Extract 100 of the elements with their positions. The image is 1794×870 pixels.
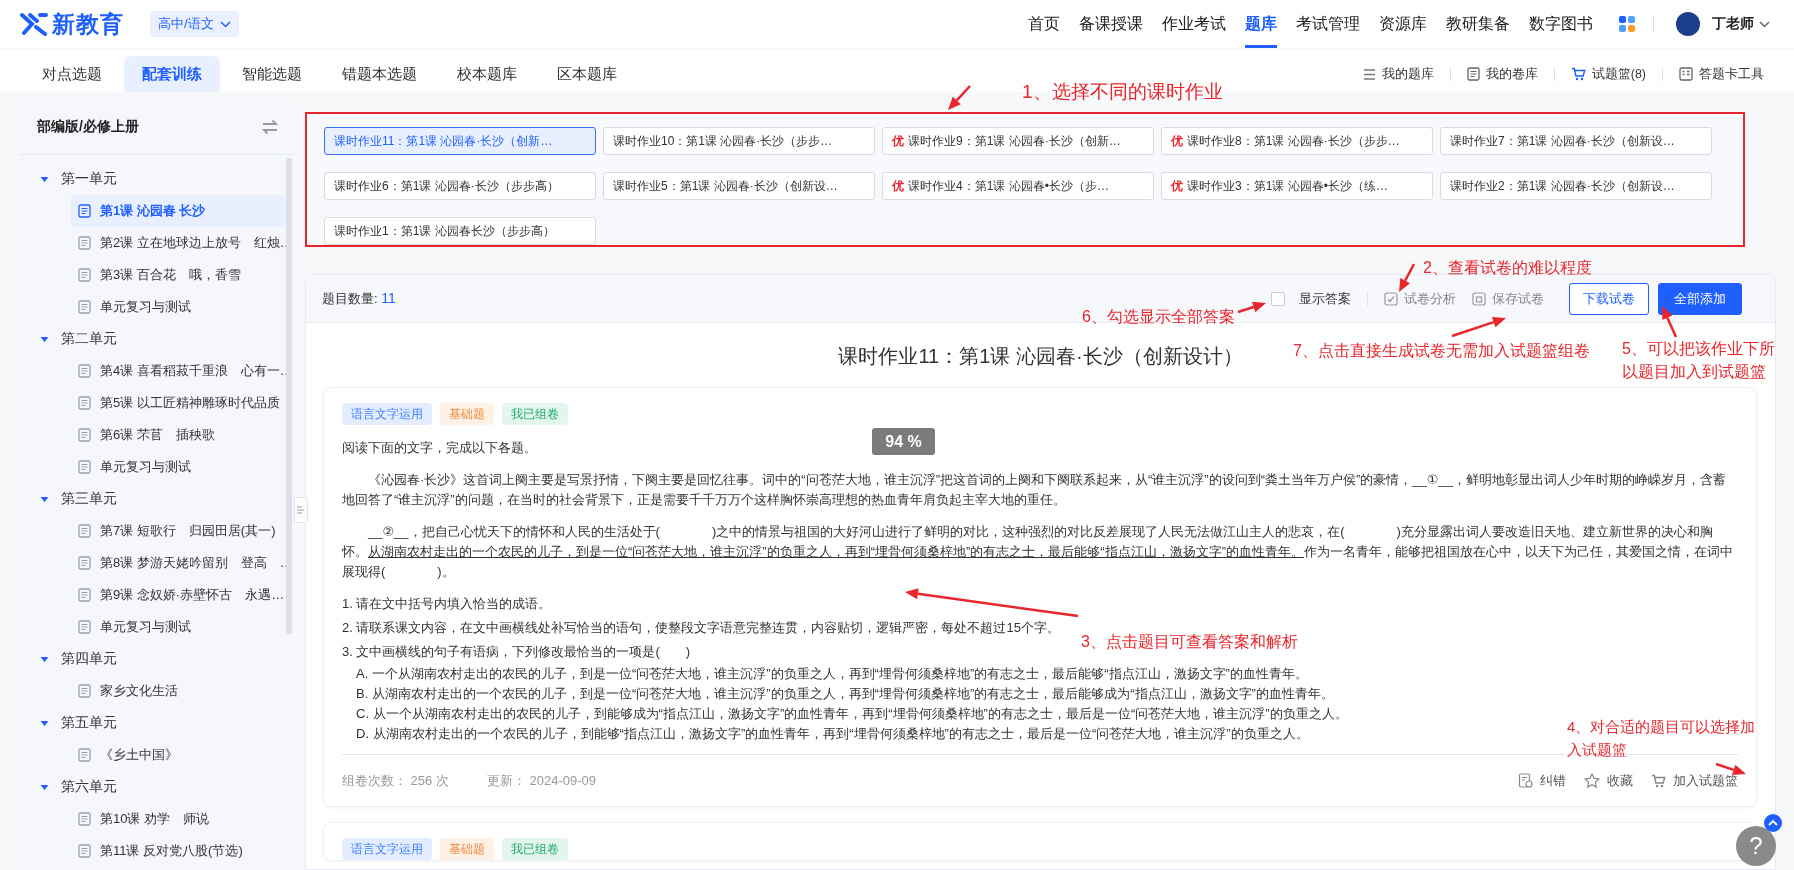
lesson-item[interactable]: 第11课 反对党八股(节选) — [71, 835, 285, 867]
list-icon — [1362, 67, 1376, 81]
lesson-item[interactable]: 单元复习与测试 — [71, 611, 285, 643]
assignment-tab[interactable]: 课时作业5：第1课 沁园春·长沙（创新设… — [603, 172, 875, 200]
chevron-down-icon — [1759, 20, 1770, 28]
question-tag: 基础题 — [440, 403, 494, 425]
lesson-item[interactable]: 《乡土中国》 — [71, 739, 285, 771]
lesson-item[interactable]: 第1课 沁园春 长沙 — [71, 195, 285, 227]
analysis-icon — [1384, 291, 1398, 306]
document-icon — [78, 748, 91, 762]
assignment-tab[interactable]: 课时作业2：第1课 沁园春·长沙（创新设… — [1440, 172, 1712, 200]
document-icon — [78, 556, 91, 570]
app-grid-icon[interactable] — [1619, 16, 1635, 32]
lesson-item[interactable]: 第5课 以工匠精神雕琢时代品质 — [71, 387, 285, 419]
toolbar-action[interactable]: 保存试卷 — [1472, 289, 1544, 308]
assignment-tab[interactable]: 课时作业1：第1课 沁园春长沙（步步高） — [324, 217, 596, 245]
assignment-tab[interactable]: 优 课时作业4：第1课 沁园春•长沙（步… — [882, 172, 1154, 200]
download-button[interactable]: 下载试卷 — [1569, 282, 1649, 315]
cart-icon — [1570, 67, 1586, 81]
sidebar-toggle[interactable] — [294, 497, 308, 523]
assignment-tab[interactable]: 课时作业6：第1课 沁园春·长沙（步步高） — [324, 172, 596, 200]
answer-card-icon — [1679, 67, 1693, 81]
nav-link[interactable]: 考试管理 — [1296, 0, 1360, 48]
document-icon — [78, 588, 91, 602]
avatar[interactable] — [1676, 12, 1700, 36]
assignment-tab[interactable]: 优 课时作业9：第1课 沁园春·长沙（创新… — [882, 127, 1154, 155]
assignment-tab[interactable]: 优 课时作业3：第1课 沁园春•长沙（练… — [1161, 172, 1433, 200]
scrollbar[interactable] — [286, 158, 292, 634]
tab[interactable]: 错题本选题 — [324, 56, 435, 92]
unit-item[interactable]: 第三单元 — [20, 483, 295, 515]
nav-link[interactable]: 数字图书 — [1529, 0, 1593, 48]
chevron-down-icon — [219, 20, 231, 28]
annotation-note: 1、选择不同的课时作业 — [1022, 80, 1223, 103]
nav-link[interactable]: 首页 — [1028, 0, 1060, 48]
lesson-item[interactable]: 家乡文化生活 — [71, 675, 285, 707]
lesson-item[interactable]: 第9课 念奴娇·赤壁怀古 永遇… — [71, 579, 285, 611]
question-stat: 更新： 2024-09-09 — [486, 771, 597, 790]
checkbox[interactable] — [1271, 291, 1285, 306]
lesson-item[interactable]: 第4课 喜看稻菽千重浪 心有一… — [71, 355, 285, 387]
answer-option[interactable]: C. 从一个从湖南农村走出的农民的儿子，到能够成为“指点江山，激扬文字”的血性青年，再到“埋骨何须桑梓地”的有志之士，最后是一位“问苍茫大地，谁主沉浮”的负重之人。 — [356, 704, 1348, 724]
assignment-tab[interactable]: 优 课时作业8：第1课 沁园春·长沙（步步… — [1161, 127, 1433, 155]
tab[interactable]: 配套训练 — [124, 56, 220, 92]
tab[interactable]: 校本题库 — [439, 56, 535, 92]
add-all-button[interactable]: 全部添加 — [1658, 282, 1742, 315]
subquestion-text: 2. 请联系课文内容，在文中画横线处补写恰当的语句，使整段文字语意完整连贯，内容贴切，逻辑严密，每处不超过15个字。 — [342, 619, 1060, 637]
tab[interactable]: 区本题库 — [539, 56, 635, 92]
nav-link[interactable]: 备课授课 — [1079, 0, 1143, 48]
unit-item[interactable]: 第一单元 — [20, 163, 295, 195]
lesson-item[interactable]: 第6课 芣苢 插秧歌 — [71, 419, 285, 451]
nav-link[interactable]: 作业考试 — [1162, 0, 1226, 48]
question-action[interactable]: 收藏 — [1584, 771, 1633, 790]
toolbar-link[interactable]: 试题篮(8) — [1570, 65, 1646, 83]
question-action[interactable]: 纠错 — [1518, 771, 1566, 790]
toolbar-link[interactable]: 我的题库 — [1362, 65, 1434, 83]
passage-paragraph: 《沁园春·长沙》这首词上阕主要是写景抒情，下阕主要是回忆往事。词中的“问苍茫大地，谁主沉浮”把这首词的上阕和下阕联系起来，从“谁主沉浮”的设问到“粪土当年万户侯”的豪情，__①__，鲜明地彰显出词人少年时期的峥嵘岁月，含蓄地回答了“谁主沉浮”的问题，在当时的社会背景下，正是需要千千万万个这样胸怀崇高理想的热血青年肩负起主宰大地的重任。 — [342, 471, 1727, 509]
zoom-badge: 94 % — [872, 428, 935, 455]
document-icon — [78, 300, 91, 314]
answer-option[interactable]: D. 从湖南农村走出的一个农民的儿子，到能够“指点江山，激扬文字”的血性青年，再到“埋骨何须桑梓地”的有志之士，最后是一位“问苍茫大地，谁主沉浮”的负重之人。 — [356, 724, 1309, 744]
answer-option[interactable]: B. 从湖南农村走出的一个农民的儿子，到是一位“问苍茫大地，谁主沉浮”的负重之人，再到“埋骨何须桑梓地”的有志之士，最后能够成为“指点江山，激扬文字”的血性青年。 — [356, 684, 1334, 704]
toolbar-link[interactable]: 我的卷库 — [1466, 65, 1538, 83]
nav-link[interactable]: 资源库 — [1379, 0, 1427, 48]
unit-item[interactable]: 第四单元 — [20, 643, 295, 675]
assignment-tab[interactable]: 课时作业7：第1课 沁园春·长沙（创新设… — [1440, 127, 1712, 155]
swap-icon[interactable] — [261, 119, 279, 135]
answer-option[interactable]: A. 一个从湖南农村走出的农民的儿子，到是一位“问苍茫大地，谁主沉浮”的负重之人，再到“埋骨何须桑梓地”的有志之士，最后能够“指点江山，激扬文字”的血性青年。 — [356, 664, 1308, 684]
lesson-item[interactable]: 单元复习与测试 — [71, 451, 285, 483]
toolbar-action[interactable]: 试卷分析 — [1384, 289, 1456, 308]
lesson-item[interactable]: 第3课 百合花 哦，香雪 — [71, 259, 285, 291]
unit-item[interactable]: 第六单元 — [20, 771, 295, 803]
lesson-item[interactable]: 第7课 短歌行 归园田居(其一) — [71, 515, 285, 547]
question-action[interactable]: 加入试题篮 — [1651, 771, 1738, 790]
tab[interactable]: 智能选题 — [224, 56, 320, 92]
question-tag: 我已组卷 — [502, 403, 568, 425]
lesson-item[interactable]: 第10课 劝学 师说 — [71, 803, 285, 835]
document-icon — [78, 268, 91, 282]
subject-dropdown[interactable]: 高中/语文 — [150, 11, 239, 37]
lesson-item[interactable]: 单元复习与测试 — [71, 291, 285, 323]
document-icon — [78, 396, 91, 410]
lesson-item[interactable]: 第2课 立在地球边上放号 红烛… — [71, 227, 285, 259]
assignment-tab[interactable]: 课时作业10：第1课 沁园春·长沙（步步… — [603, 127, 875, 155]
nav-link[interactable]: 教研集备 — [1446, 0, 1510, 48]
scroll-top-icon[interactable] — [1764, 814, 1782, 832]
quality-mark: 优 — [1171, 132, 1183, 150]
toolbar-link[interactable]: 答题卡工具 — [1679, 65, 1764, 83]
annotation-note: 2、查看试卷的难以程度 — [1423, 258, 1592, 278]
document-icon — [1466, 67, 1480, 81]
annotation-arrow — [1451, 316, 1506, 338]
lesson-item[interactable]: 第8课 梦游天姥吟留别 登高 … — [71, 547, 285, 579]
checkbox-label[interactable]: 显示答案 — [1299, 289, 1351, 308]
assignment-tab[interactable]: 课时作业11：第1课 沁园春·长沙（创新… — [324, 127, 596, 155]
tab[interactable]: 对点选题 — [24, 56, 120, 92]
unit-item[interactable]: 第二单元 — [20, 323, 295, 355]
user-menu[interactable]: 丁老师 — [1706, 14, 1776, 34]
document-icon — [78, 460, 91, 474]
annotation-note: 4、对合适的题目可以选择加入试题篮 — [1567, 717, 1757, 760]
quality-mark: 优 — [892, 132, 904, 150]
report-icon — [1518, 773, 1533, 788]
star-icon — [1584, 773, 1600, 788]
document-icon — [78, 204, 91, 218]
unit-item[interactable]: 第五单元 — [20, 707, 295, 739]
